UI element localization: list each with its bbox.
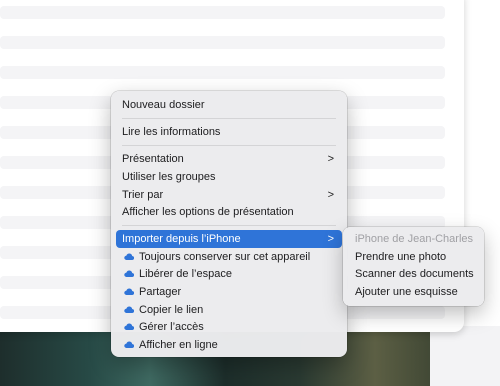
- cloud-icon: [124, 288, 134, 295]
- import-submenu: iPhone de Jean-Charles Prendre une photo…: [343, 227, 484, 306]
- menu-item-label: Lire les informations: [122, 126, 221, 138]
- menu-item-label: Toujours conserver sur cet appareil: [139, 251, 311, 263]
- cloud-icon: [124, 306, 134, 313]
- menu-item-label: Libérer de l’espace: [139, 268, 232, 280]
- menu-item-use-groups[interactable]: Utiliser les groupes: [116, 168, 342, 186]
- menu-item-manage-access[interactable]: Gérer l’accès: [116, 318, 342, 336]
- file-list-row[interactable]: [0, 66, 445, 79]
- menu-item-label: Importer depuis l’iPhone: [122, 233, 241, 245]
- menu-item-label: Afficher les options de présentation: [122, 206, 294, 218]
- submenu-item-scan-documents[interactable]: Scanner des documents: [355, 265, 474, 283]
- menu-item-label: Nouveau dossier: [122, 99, 205, 111]
- menu-item-label: Partager: [139, 286, 182, 298]
- submenu-item-add-sketch[interactable]: Ajouter une esquisse: [355, 283, 458, 301]
- menu-separator: [122, 225, 336, 226]
- cloud-icon: [124, 341, 134, 348]
- menu-separator: [122, 145, 336, 146]
- cloud-icon: [124, 253, 134, 260]
- menu-separator: [122, 118, 336, 119]
- menu-item-new-folder[interactable]: Nouveau dossier: [116, 96, 342, 114]
- cloud-icon: [124, 270, 134, 277]
- menu-item-copy-link[interactable]: Copier le lien: [116, 301, 342, 319]
- menu-item-sort-by[interactable]: Trier par >: [116, 186, 342, 204]
- menu-item-label: Afficher en ligne: [139, 339, 218, 351]
- menu-item-label: Présentation: [122, 153, 184, 165]
- menu-item-label: Copier le lien: [139, 304, 204, 316]
- menu-item-presentation[interactable]: Présentation >: [116, 150, 342, 168]
- menu-item-get-info[interactable]: Lire les informations: [116, 123, 342, 141]
- menu-item-free-space[interactable]: Libérer de l’espace: [116, 265, 342, 283]
- menu-item-label: Gérer l’accès: [139, 321, 204, 333]
- menu-item-import-from-iphone[interactable]: Importer depuis l’iPhone >: [116, 230, 342, 248]
- submenu-device-name: iPhone de Jean-Charles: [355, 233, 474, 245]
- desktop-area: [430, 326, 500, 386]
- chevron-right-icon: >: [327, 153, 334, 165]
- menu-item-share[interactable]: Partager: [116, 283, 342, 301]
- menu-item-keep-on-device[interactable]: Toujours conserver sur cet appareil: [116, 248, 342, 266]
- chevron-right-icon: >: [327, 233, 334, 245]
- file-list-row[interactable]: [0, 36, 445, 49]
- menu-item-show-view-options[interactable]: Afficher les options de présentation: [116, 203, 342, 221]
- file-list-row[interactable]: [0, 6, 445, 19]
- context-menu: Nouveau dossier Lire les informations Pr…: [111, 91, 347, 357]
- menu-item-show-online[interactable]: Afficher en ligne: [116, 336, 342, 354]
- chevron-right-icon: >: [327, 189, 334, 201]
- submenu-item-take-photo[interactable]: Prendre une photo: [355, 248, 446, 266]
- menu-item-label: Trier par: [122, 189, 164, 201]
- cloud-icon: [124, 323, 134, 330]
- menu-item-label: Utiliser les groupes: [122, 171, 216, 183]
